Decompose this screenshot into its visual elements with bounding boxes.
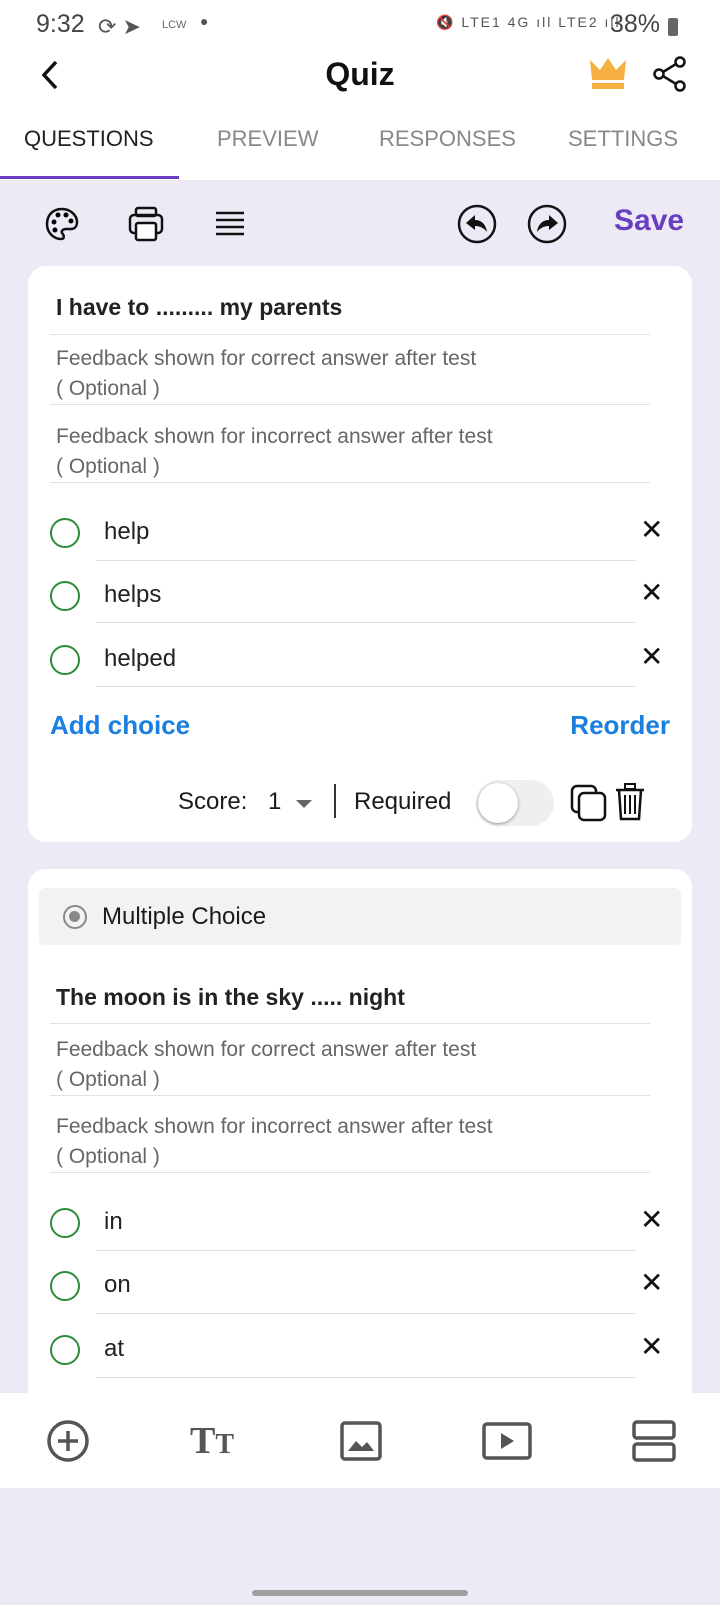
choice-text[interactable]: at (104, 1335, 124, 1363)
radio-type-icon (63, 905, 87, 929)
divider (96, 1313, 636, 1314)
divider (50, 404, 650, 405)
choice-radio[interactable] (50, 645, 80, 675)
divider (96, 1377, 636, 1378)
home-indicator[interactable] (252, 1590, 468, 1596)
choice-text[interactable]: help (104, 518, 149, 546)
optional-label: ( Optional ) (56, 1068, 160, 1091)
divider (50, 1023, 650, 1024)
divider (96, 686, 636, 687)
premium-crown-icon[interactable] (588, 56, 628, 90)
divider (96, 622, 636, 623)
feedback-incorrect-label: Feedback shown for incorrect answer afte… (56, 1115, 493, 1138)
battery-icon (668, 18, 678, 36)
divider (50, 1172, 650, 1173)
optional-label: ( Optional ) (56, 455, 160, 478)
choice-radio[interactable] (50, 518, 80, 548)
save-button[interactable]: Save (614, 204, 684, 238)
required-toggle[interactable] (476, 780, 554, 826)
image-icon[interactable] (340, 1421, 382, 1461)
choice-text[interactable]: on (104, 1271, 131, 1299)
remove-choice-icon[interactable]: ✕ (640, 576, 663, 609)
tab-questions[interactable]: QUESTIONS (24, 126, 154, 152)
choice-radio[interactable] (50, 581, 80, 611)
feedback-incorrect-field[interactable]: Feedback shown for incorrect answer afte… (56, 422, 493, 482)
score-label: Score: (178, 788, 248, 815)
divider (96, 1250, 636, 1251)
add-choice-button[interactable]: Add choice (50, 710, 190, 741)
tab-preview[interactable]: PREVIEW (217, 126, 318, 152)
required-label: Required (354, 788, 452, 815)
reorder-button[interactable]: Reorder (570, 710, 670, 741)
choice-text[interactable]: in (104, 1208, 123, 1236)
print-icon[interactable] (128, 206, 164, 242)
notification-dot: ● (200, 13, 209, 29)
feedback-correct-field[interactable]: Feedback shown for correct answer after … (56, 344, 476, 404)
feedback-incorrect-field[interactable]: Feedback shown for incorrect answer afte… (56, 1112, 493, 1172)
video-icon[interactable] (482, 1421, 532, 1461)
text-icon[interactable]: TT (190, 1419, 234, 1463)
question-type-label: Multiple Choice (102, 903, 267, 930)
score-value[interactable]: 1 (268, 788, 281, 816)
optional-label: ( Optional ) (56, 377, 160, 400)
battery-level: 38% (610, 10, 661, 38)
bottom-toolbar: TT (0, 1393, 720, 1488)
share-icon[interactable] (652, 56, 688, 92)
choice-radio[interactable] (50, 1335, 80, 1365)
tab-settings[interactable]: SETTINGS (568, 126, 678, 152)
choice-text[interactable]: helps (104, 581, 161, 609)
separator (334, 784, 336, 818)
question-text[interactable]: The moon is in the sky ..... night (56, 984, 405, 1011)
divider (50, 334, 650, 335)
add-icon[interactable] (46, 1419, 90, 1463)
signal-icons: 🔇 LTE1 4G ıll LTE2 ıll (436, 14, 621, 30)
choice-radio[interactable] (50, 1208, 80, 1238)
choice-radio[interactable] (50, 1271, 80, 1301)
remove-choice-icon[interactable]: ✕ (640, 1266, 663, 1299)
status-carrier: LCW (162, 19, 187, 31)
optional-label: ( Optional ) (56, 1145, 160, 1168)
feedback-correct-label: Feedback shown for correct answer after … (56, 347, 477, 370)
question-text[interactable]: I have to ......... my parents (56, 294, 342, 321)
remove-choice-icon[interactable]: ✕ (640, 1330, 663, 1363)
question-card-1: I have to ......... my parents Feedback … (28, 266, 692, 842)
status-time: 9:32 (36, 10, 85, 38)
remove-choice-icon[interactable]: ✕ (640, 513, 663, 546)
duplicate-icon[interactable] (570, 784, 608, 822)
section-icon[interactable] (632, 1419, 676, 1463)
status-app-icons: ⟳ ➤ (98, 14, 141, 39)
remove-choice-icon[interactable]: ✕ (640, 1203, 663, 1236)
divider (50, 482, 650, 483)
choice-text[interactable]: helped (104, 645, 176, 673)
delete-icon[interactable] (614, 782, 646, 822)
question-card-2: Multiple Choice The moon is in the sky .… (28, 869, 692, 1429)
question-type-selector[interactable]: Multiple Choice (39, 888, 681, 945)
feedback-correct-label: Feedback shown for correct answer after … (56, 1038, 477, 1061)
undo-button[interactable] (457, 204, 497, 244)
list-icon[interactable] (214, 208, 246, 240)
score-dropdown-icon[interactable] (296, 800, 312, 808)
tab-responses[interactable]: RESPONSES (379, 126, 516, 152)
feedback-incorrect-label: Feedback shown for incorrect answer afte… (56, 425, 493, 448)
divider (96, 560, 636, 561)
active-tab-indicator (0, 176, 179, 179)
palette-icon[interactable] (44, 206, 80, 242)
divider (50, 1095, 650, 1096)
feedback-correct-field[interactable]: Feedback shown for correct answer after … (56, 1035, 476, 1095)
remove-choice-icon[interactable]: ✕ (640, 640, 663, 673)
redo-button[interactable] (527, 204, 567, 244)
